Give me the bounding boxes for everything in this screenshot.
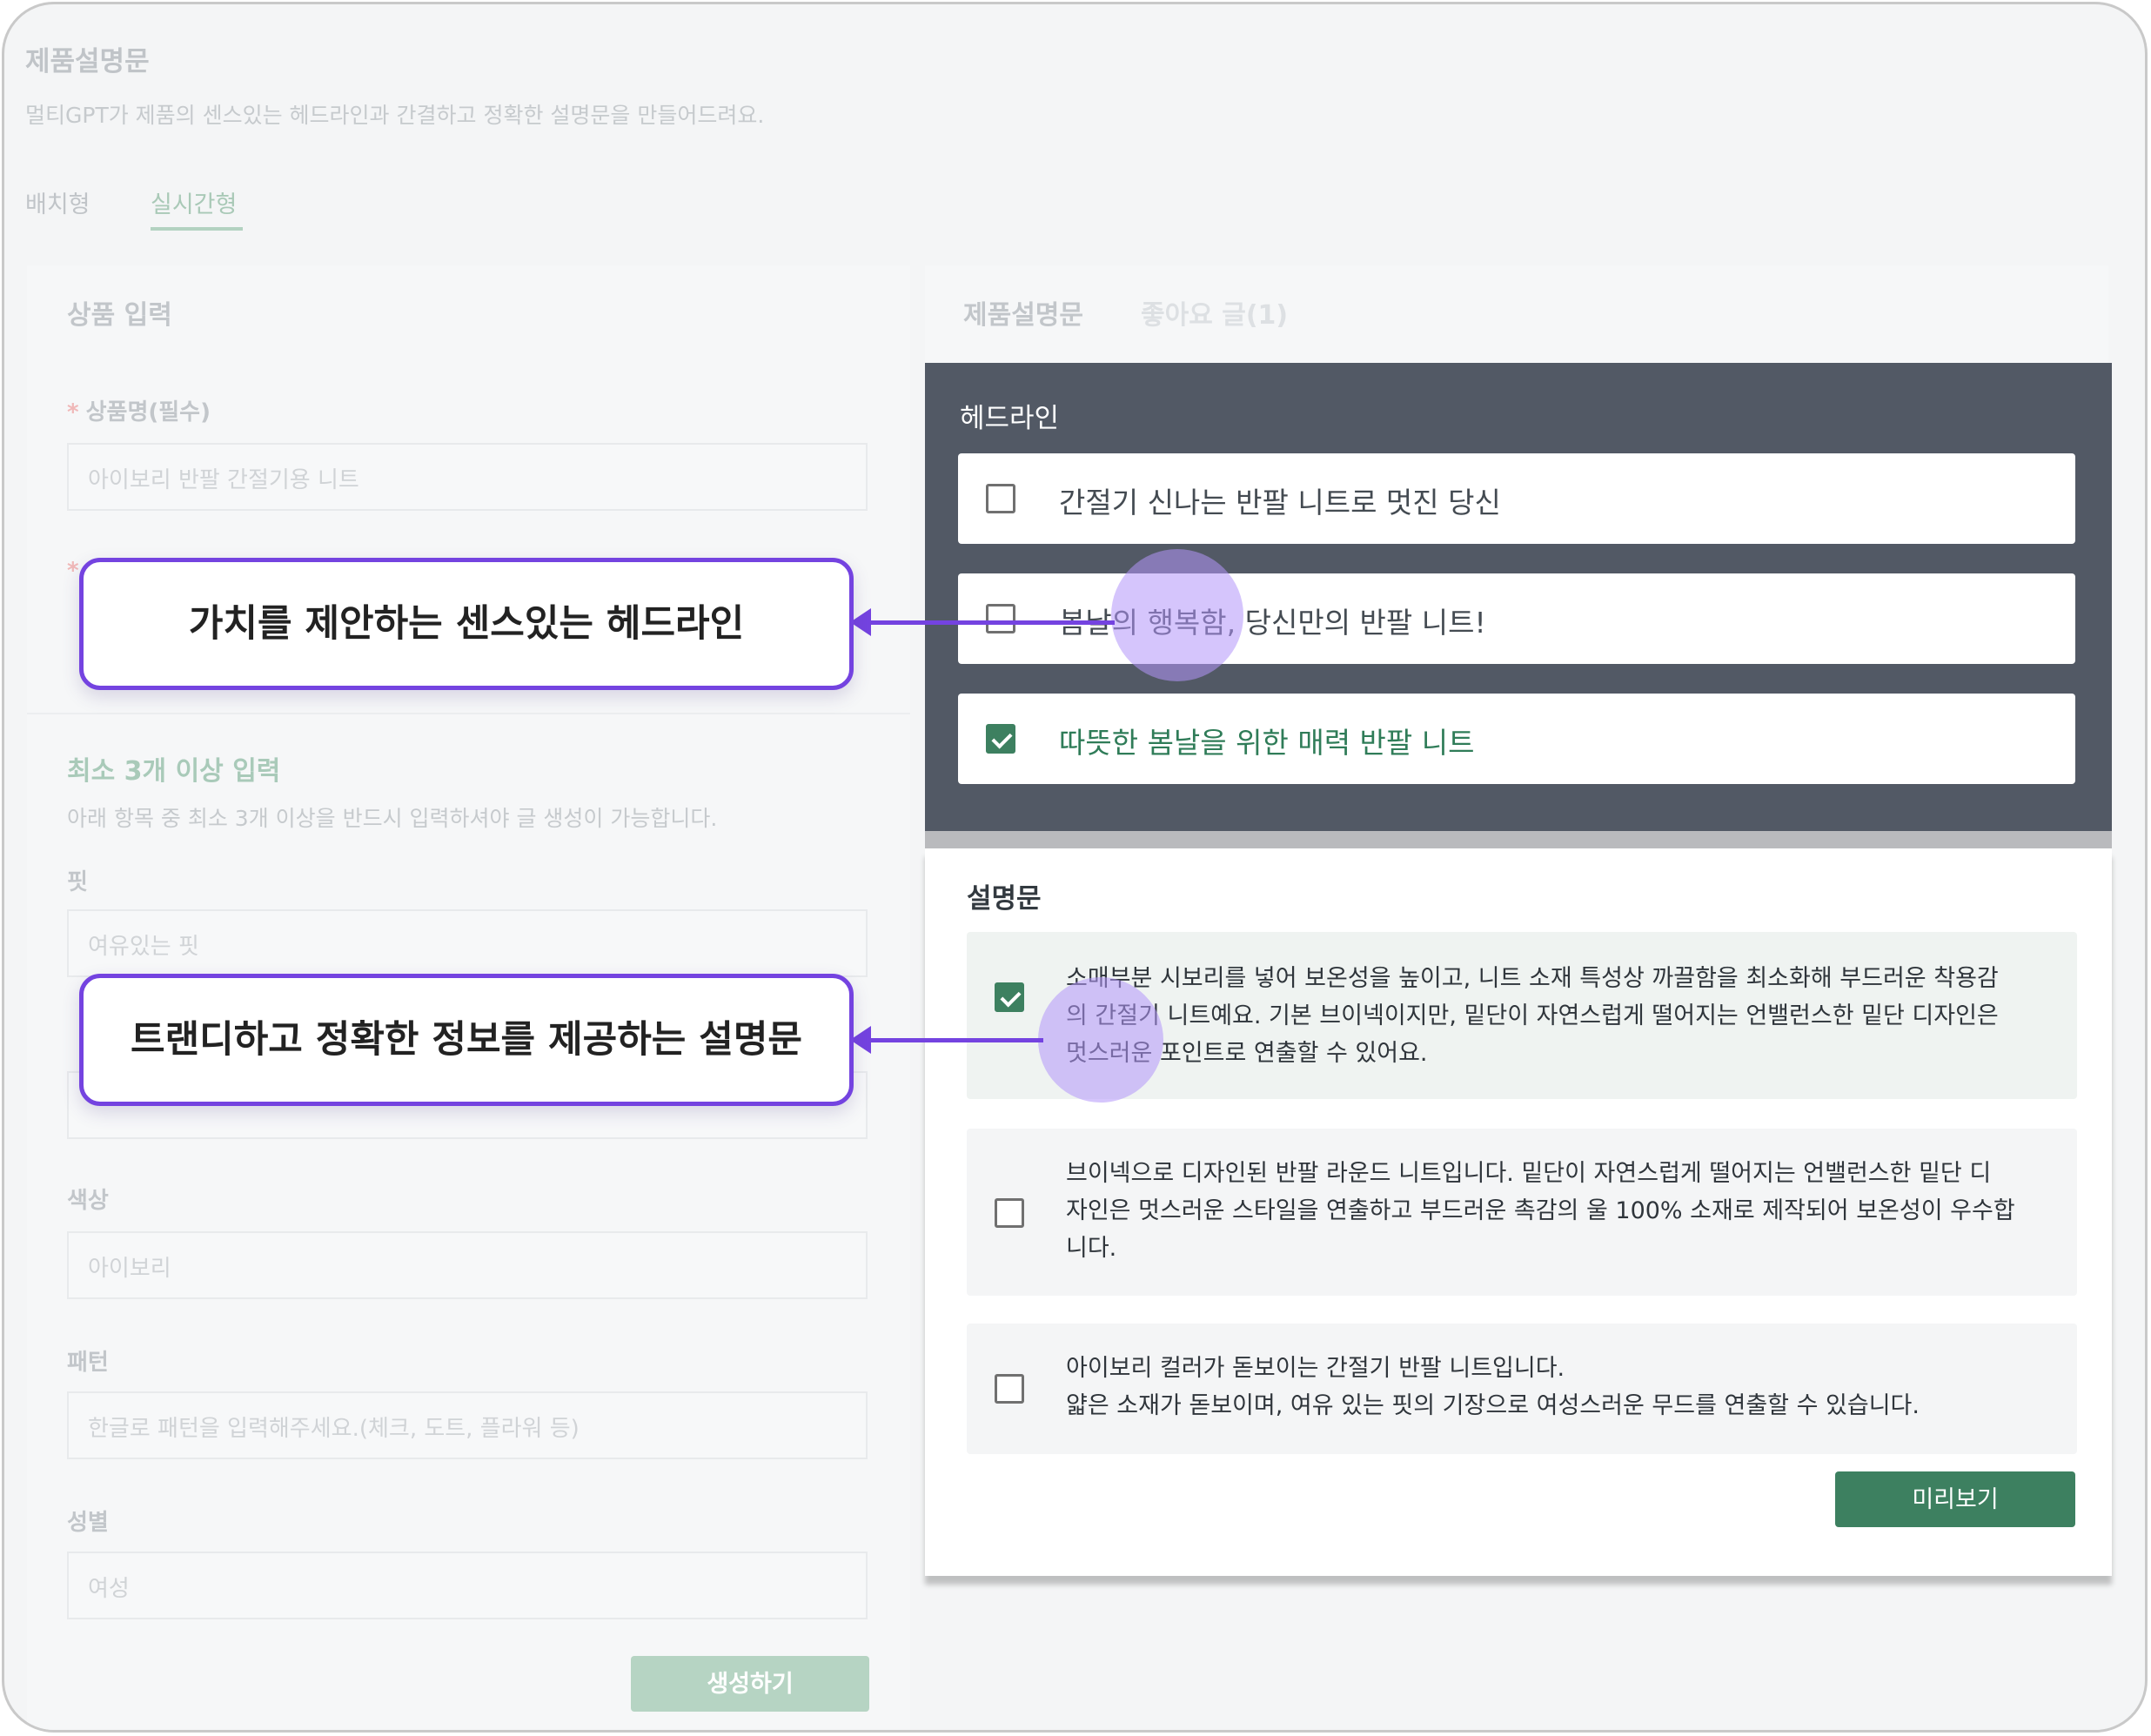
description-line: 니다. — [1066, 1235, 1117, 1262]
color-label: 색상 — [67, 1188, 109, 1214]
description-option[interactable]: 브이넥으로 디자인된 반팔 라운드 니트입니다. 밑단이 자연스럽게 떨어지는 … — [967, 1129, 2077, 1296]
product-input-title: 상품 입력 — [67, 300, 172, 331]
description-callout: 트랜디하고 정확한 정보를 제공하는 설명문 — [79, 974, 854, 1106]
description-panel: 설명문 소매부분 시보리를 넣어 보온성을 높이고, 니트 소재 특성상 까끌함… — [925, 848, 2112, 1576]
product-name-input[interactable]: 아이보리 반팔 간절기용 니트 — [67, 443, 868, 511]
description-line: 얇은 소재가 돋보이며, 여유 있는 핏의 기장으로 여성스러운 무드를 연출할… — [1066, 1392, 1920, 1419]
product-name-label: * 상품명(필수) — [67, 399, 211, 426]
checkbox-icon[interactable] — [995, 1374, 1024, 1404]
callout-arrow-line — [869, 1038, 1043, 1042]
description-line: 아이보리 컬러가 돋보이는 간절기 반팔 니트입니다. — [1066, 1355, 1565, 1382]
headline-text: 따뜻한 봄날을 위한 매력 반팔 니트 — [1059, 726, 1475, 760]
headline-option-selected[interactable]: 따뜻한 봄날을 위한 매력 반팔 니트 — [958, 694, 2075, 784]
description-text: 브이넥으로 디자인된 반팔 라운드 니트입니다. 밑단이 자연스럽게 떨어지는 … — [1066, 1155, 2058, 1267]
pattern-label: 패턴 — [67, 1350, 109, 1376]
section-divider — [27, 713, 910, 714]
headline-callout: 가치를 제안하는 센스있는 헤드라인 — [79, 558, 854, 690]
checked-checkbox-icon[interactable] — [995, 982, 1024, 1012]
checkbox-icon[interactable] — [986, 484, 1015, 513]
description-line: 브이넥으로 디자인된 반팔 라운드 니트입니다. 밑단이 자연스럽게 떨어지는 … — [1066, 1160, 1992, 1187]
product-name-label-text: 상품명(필수) — [85, 399, 211, 426]
page-title: 제품설명문 — [25, 46, 150, 77]
color-input[interactable]: 아이보리 — [67, 1231, 868, 1299]
tab-product-description[interactable]: 제품설명문 — [963, 293, 1083, 332]
active-tab-indicator — [151, 227, 243, 231]
page-description: 멀티GPT가 제품의 센스있는 헤드라인과 간결하고 정확한 설명문을 만들어드… — [25, 103, 765, 128]
description-text: 아이보리 컬러가 돋보이는 간절기 반팔 니트입니다. 얇은 소재가 돋보이며,… — [1066, 1350, 2058, 1424]
headline-text: 간절기 신나는 반팔 니트로 멋진 당신 — [1059, 486, 1501, 519]
fit-input[interactable]: 여유있는 핏 — [67, 909, 868, 977]
description-line: 의 간절기 니트예요. 기본 브이넥이지만, 밑단이 자연스럽게 떨어지는 언밸… — [1066, 1002, 1999, 1029]
headline-option[interactable]: 간절기 신나는 반팔 니트로 멋진 당신 — [958, 453, 2075, 544]
description-option[interactable]: 아이보리 컬러가 돋보이는 간절기 반팔 니트입니다. 얇은 소재가 돋보이며,… — [967, 1324, 2077, 1454]
tab-liked-posts[interactable]: 좋아요 글(1) — [1141, 293, 1288, 332]
checkbox-icon[interactable] — [986, 604, 1015, 633]
fit-label: 핏 — [67, 869, 88, 895]
gender-input[interactable]: 여성 — [67, 1552, 868, 1619]
min-three-description: 아래 항목 중 최소 3개 이상을 반드시 입력하셔야 글 생성이 가능합니다. — [67, 806, 718, 831]
highlight-dot — [1111, 549, 1243, 681]
pattern-input[interactable]: 한글로 패턴을 입력해주세요.(체크, 도트, 플라워 등) — [67, 1391, 868, 1459]
panel-shadow — [925, 831, 2112, 848]
screenshot-frame: 제품설명문 멀티GPT가 제품의 센스있는 헤드라인과 간결하고 정확한 설명문… — [2, 2, 2148, 1733]
min-three-title: 최소 3개 이상 입력 — [67, 756, 281, 787]
description-line: 멋스러운 포인트로 연출할 수 있어요. — [1066, 1040, 1428, 1067]
headline-title: 헤드라인 — [960, 403, 1060, 434]
preview-button[interactable]: 미리보기 — [1835, 1471, 2075, 1527]
headline-panel: 헤드라인 간절기 신나는 반팔 니트로 멋진 당신 봄날의 행복함, 당신만의 … — [925, 363, 2112, 850]
callout-arrow-line — [869, 620, 1115, 625]
generate-button[interactable]: 생성하기 — [631, 1656, 869, 1712]
description-line: 자인은 멋스러운 스타일을 연출하고 부드러운 촉감의 울 100% 소재로 제… — [1066, 1197, 2015, 1224]
description-title: 설명문 — [967, 883, 1042, 915]
checked-checkbox-icon[interactable] — [986, 724, 1015, 754]
result-tabs-bar: 제품설명문 좋아요 글(1) — [925, 265, 2108, 363]
description-line: 소매부분 시보리를 넣어 보온성을 높이고, 니트 소재 특성상 까끌함을 최소… — [1066, 965, 1999, 992]
tab-batch[interactable]: 배치형 — [25, 185, 90, 219]
gender-label: 성별 — [67, 1510, 109, 1536]
tab-realtime[interactable]: 실시간형 — [151, 185, 237, 219]
checkbox-icon[interactable] — [995, 1198, 1024, 1228]
description-text: 소매부분 시보리를 넣어 보온성을 높이고, 니트 소재 특성상 까끌함을 최소… — [1066, 960, 2058, 1072]
highlight-dot — [1038, 977, 1163, 1103]
